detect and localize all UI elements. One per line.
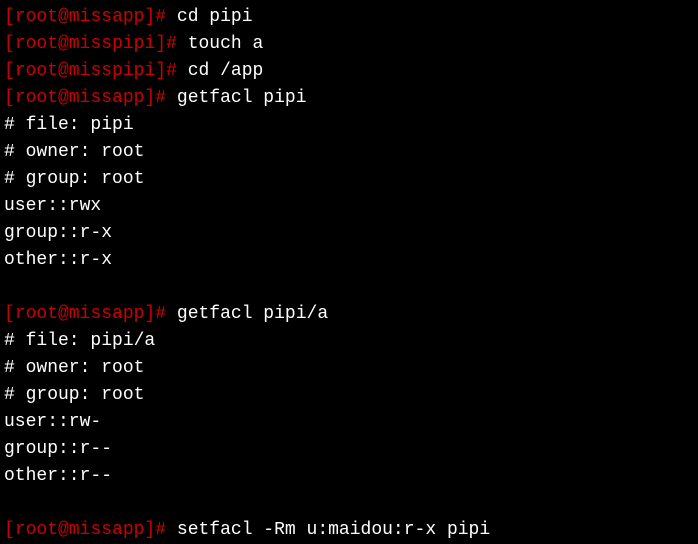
- output-line: # group: root: [4, 166, 694, 193]
- prompt-host: miss: [69, 34, 112, 54]
- bracket-open: [: [4, 7, 15, 27]
- prompt-line: [root@misspipi]# touch a: [4, 31, 694, 58]
- prompt-hash: #: [155, 520, 166, 540]
- blank-line: [4, 490, 694, 517]
- prompt-user: root: [15, 520, 58, 540]
- blank-line: [4, 274, 694, 301]
- output-line: # owner: root: [4, 139, 694, 166]
- prompt-hash: #: [166, 34, 177, 54]
- prompt-line: [root@missapp]# setfacl -Rm u:maidou:r-x…: [4, 517, 694, 544]
- prompt-user: root: [15, 61, 58, 81]
- prompt-host: miss: [69, 304, 112, 324]
- bracket-open: [: [4, 304, 15, 324]
- bracket-open: [: [4, 88, 15, 108]
- bracket-open: [: [4, 61, 15, 81]
- prompt-host: miss: [69, 520, 112, 540]
- prompt-at: @: [58, 34, 69, 54]
- prompt-hash: #: [155, 304, 166, 324]
- output-line: user::rw-: [4, 409, 694, 436]
- output-line: # file: pipi: [4, 112, 694, 139]
- bracket-close: ]: [155, 61, 166, 81]
- bracket-close: ]: [155, 34, 166, 54]
- command-text: setfacl -Rm u:maidou:r-x pipi: [166, 520, 490, 540]
- bracket-close: ]: [144, 520, 155, 540]
- prompt-line: [root@misspipi]# cd /app: [4, 58, 694, 85]
- prompt-path: app: [112, 520, 144, 540]
- prompt-path: app: [112, 7, 144, 27]
- prompt-hash: #: [155, 88, 166, 108]
- bracket-open: [: [4, 34, 15, 54]
- bracket-open: [: [4, 520, 15, 540]
- prompt-path: pipi: [112, 61, 155, 81]
- command-text: getfacl pipi: [166, 88, 306, 108]
- prompt-line: [root@missapp]# getfacl pipi/a: [4, 301, 694, 328]
- prompt-line: [root@missapp]# getfacl pipi: [4, 85, 694, 112]
- prompt-user: root: [15, 304, 58, 324]
- bracket-close: ]: [144, 88, 155, 108]
- command-text: cd /app: [177, 61, 263, 81]
- prompt-hash: #: [155, 7, 166, 27]
- prompt-path: app: [112, 304, 144, 324]
- prompt-path: pipi: [112, 34, 155, 54]
- prompt-host: miss: [69, 88, 112, 108]
- prompt-user: root: [15, 88, 58, 108]
- bracket-close: ]: [144, 7, 155, 27]
- command-text: cd pipi: [166, 7, 252, 27]
- prompt-user: root: [15, 7, 58, 27]
- output-line: # group: root: [4, 382, 694, 409]
- output-line: other::r-x: [4, 247, 694, 274]
- prompt-user: root: [15, 34, 58, 54]
- prompt-at: @: [58, 61, 69, 81]
- prompt-host: miss: [69, 61, 112, 81]
- output-line: group::r--: [4, 436, 694, 463]
- prompt-line: [root@missapp]# cd pipi: [4, 4, 694, 31]
- prompt-host: miss: [69, 7, 112, 27]
- prompt-at: @: [58, 520, 69, 540]
- prompt-hash: #: [166, 61, 177, 81]
- prompt-at: @: [58, 7, 69, 27]
- output-line: other::r--: [4, 463, 694, 490]
- output-line: group::r-x: [4, 220, 694, 247]
- prompt-path: app: [112, 88, 144, 108]
- prompt-at: @: [58, 304, 69, 324]
- output-line: # file: pipi/a: [4, 328, 694, 355]
- command-text: touch a: [177, 34, 263, 54]
- bracket-close: ]: [144, 304, 155, 324]
- terminal-output[interactable]: [root@missapp]# cd pipi [root@misspipi]#…: [4, 4, 694, 544]
- output-line: # owner: root: [4, 355, 694, 382]
- command-text: getfacl pipi/a: [166, 304, 328, 324]
- prompt-at: @: [58, 88, 69, 108]
- output-line: user::rwx: [4, 193, 694, 220]
